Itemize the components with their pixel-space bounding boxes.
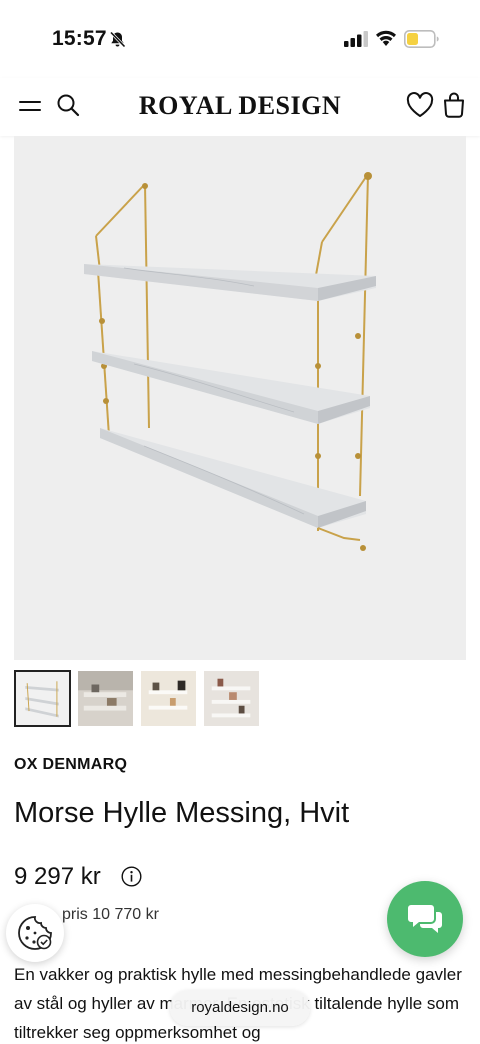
previous-price: pris 10 770 kr: [62, 906, 159, 923]
chat-button[interactable]: [387, 881, 463, 957]
product-brand[interactable]: OX DENMARQ: [14, 756, 127, 774]
product-title: Morse Hylle Messing, Hvit: [14, 797, 350, 829]
product-price: 9 297 kr: [14, 863, 101, 890]
thumbnail-4[interactable]: [203, 670, 260, 727]
thumbnail-strip: [14, 670, 260, 727]
heart-icon[interactable]: [406, 92, 434, 118]
site-header: ROYAL DESIGN: [0, 78, 480, 136]
cookie-icon: [18, 916, 52, 950]
shopping-bag-icon[interactable]: [442, 91, 466, 119]
product-image[interactable]: [14, 136, 466, 660]
browser-url-bar[interactable]: royaldesign.no: [170, 990, 310, 1026]
thumbnail-3[interactable]: [140, 670, 197, 727]
signal-icon: [344, 31, 368, 47]
wifi-icon: [376, 30, 396, 46]
battery-icon: [404, 30, 439, 48]
status-time: 15:57: [52, 27, 107, 50]
chat-icon: [408, 905, 442, 933]
cookie-settings-button[interactable]: [6, 904, 64, 962]
bell-slash-icon: [109, 31, 126, 48]
marble-shelf-illustration: [14, 136, 466, 660]
thumbnail-1[interactable]: [14, 670, 71, 727]
status-bar: 15:57: [0, 0, 480, 78]
info-icon[interactable]: [121, 866, 142, 887]
thumbnail-2[interactable]: [77, 670, 134, 727]
